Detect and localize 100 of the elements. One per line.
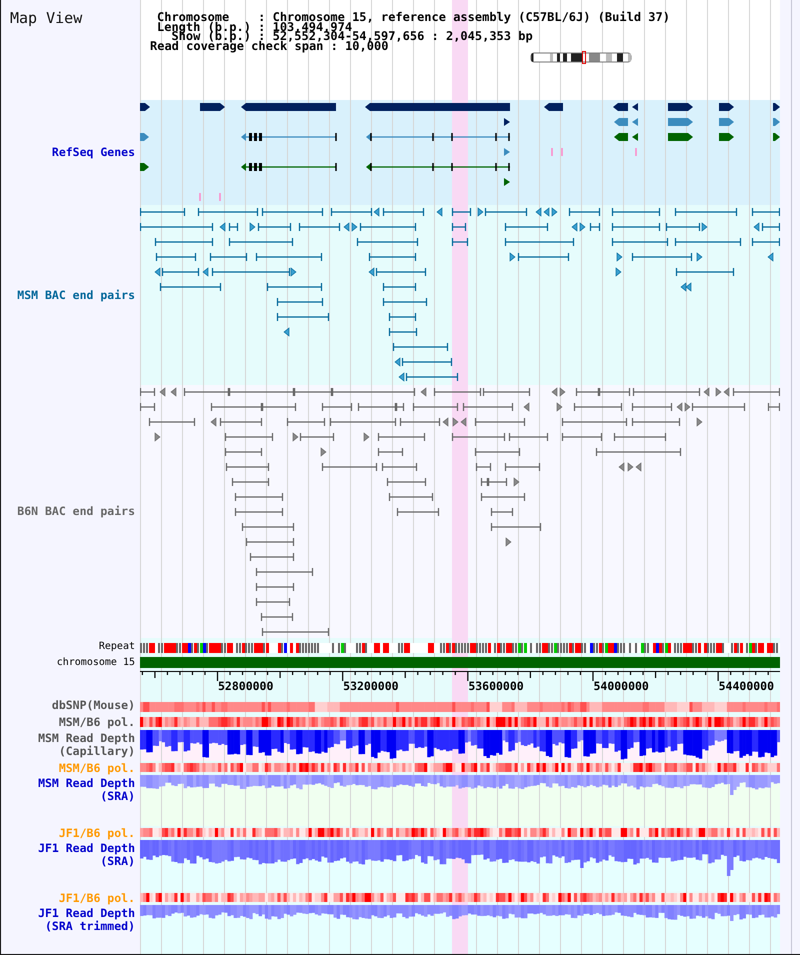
bac-end-pair <box>388 313 416 321</box>
bac-end-pair <box>452 433 506 441</box>
bac-end-pair <box>228 238 294 246</box>
end-marker-icon <box>210 417 216 427</box>
end-marker-icon <box>290 267 296 277</box>
bac-end-pair <box>300 433 334 441</box>
gene-feature <box>544 103 563 111</box>
axis-tick-label: 53600000 <box>468 679 524 693</box>
end-marker-icon <box>284 327 290 337</box>
bac-end-pair <box>242 523 294 531</box>
bac-end-pair <box>562 418 628 426</box>
track-label: JF1 Read Depth (SRA) <box>37 842 135 868</box>
bac-end-pair <box>286 418 326 426</box>
end-marker-icon <box>452 417 458 427</box>
gene-feature <box>668 103 693 111</box>
end-marker-icon <box>514 477 520 487</box>
end-marker-icon <box>696 252 702 262</box>
bac-end-pair <box>378 448 404 456</box>
bac-end-pair <box>378 433 426 441</box>
bac-end-pair <box>674 238 742 246</box>
track-label: JF1/B6 pol. <box>58 892 135 904</box>
bac-end-pair <box>388 493 434 501</box>
end-marker-icon <box>552 207 558 217</box>
bac-end-pair <box>386 478 426 486</box>
end-marker-icon <box>374 207 380 217</box>
track-label: JF1/B6 pol. <box>58 826 135 840</box>
bac-end-pair <box>504 463 540 471</box>
info-line: Read coverage check span : 10,000 <box>150 42 388 51</box>
bac-end-pair <box>612 238 668 246</box>
end-marker-icon <box>552 387 558 397</box>
bac-end-pair <box>148 418 196 426</box>
track-label: MSM/B6 pol. <box>58 762 135 774</box>
end-marker-icon <box>618 462 624 472</box>
bac-end-pair <box>752 238 780 246</box>
end-marker-icon <box>724 387 730 397</box>
end-marker-icon <box>170 387 176 397</box>
bac-end-pair <box>226 463 270 471</box>
bac-end-pair <box>160 283 222 291</box>
bac-end-pair <box>382 283 416 291</box>
gene-feature <box>719 118 734 126</box>
bac-end-pair <box>198 208 258 216</box>
end-marker-icon <box>202 267 208 277</box>
bac-end-pair <box>612 223 660 231</box>
current-region-marker <box>582 51 586 64</box>
bac-end-pair <box>480 478 508 486</box>
gene-feature <box>614 118 628 126</box>
marker-tick <box>561 148 563 156</box>
end-marker-icon <box>320 447 326 457</box>
bac-end-pair <box>382 463 418 471</box>
end-marker-icon <box>154 267 160 277</box>
track-label: MSM/B6 pol. <box>58 716 135 728</box>
bac-end-pair <box>674 208 738 216</box>
bac-end-pair <box>484 208 528 216</box>
bac-end-pair <box>504 238 574 246</box>
end-marker-icon <box>544 207 550 217</box>
bac-end-pair <box>508 433 548 441</box>
track-label: JF1 Read Depth (SRA trimmed) <box>37 907 135 933</box>
marker-tick <box>199 193 201 201</box>
bac-end-pair <box>632 388 700 396</box>
axis-tick-label: 54400000 <box>718 679 774 693</box>
end-marker-icon <box>160 387 166 397</box>
end-marker-icon <box>510 252 516 262</box>
gene-feature <box>614 133 628 141</box>
info-line: Chromosome : Chromosome 15, reference assembly (C57BL/6J) (Build 37) <box>157 13 670 22</box>
bac-end-pair <box>376 268 426 276</box>
bac-end-pair <box>568 208 600 216</box>
bac-end-pair <box>276 298 324 306</box>
end-marker-icon <box>524 402 530 412</box>
gene-feature <box>140 163 149 171</box>
end-marker-icon <box>616 252 622 262</box>
bac-end-pair <box>298 223 340 231</box>
info-line: Show (b.p.) : 52,552,304-54,597,656 : 2,045,353 bp <box>171 32 533 42</box>
end-marker-icon <box>560 387 566 397</box>
end-marker-icon <box>368 267 374 277</box>
bac-end-pair <box>140 208 186 216</box>
marker-tick <box>551 148 553 156</box>
bac-end-pair <box>392 343 448 351</box>
bac-end-pair <box>224 433 274 441</box>
bac-end-pair <box>762 223 780 231</box>
bac-end-pair <box>210 253 248 261</box>
bac-end-pair <box>250 553 294 561</box>
bac-end-pair <box>676 268 734 276</box>
bac-end-pair <box>356 238 418 246</box>
bac-end-pair <box>358 403 404 411</box>
bac-end-pair <box>262 208 324 216</box>
gene-feature <box>200 103 225 111</box>
end-marker-icon <box>344 222 350 232</box>
end-marker-icon <box>478 207 484 217</box>
end-marker-icon <box>364 432 370 442</box>
bac-end-pair <box>368 253 416 261</box>
end-marker-icon <box>220 222 226 232</box>
end-marker-icon <box>506 537 512 547</box>
bac-end-pair <box>462 403 514 411</box>
bac-end-pair <box>452 223 466 231</box>
end-marker-icon <box>556 402 562 412</box>
bac-end-pair <box>162 268 200 276</box>
bac-end-pair <box>752 208 780 216</box>
end-marker-icon <box>398 372 404 382</box>
bac-end-pair <box>322 463 378 471</box>
bac-end-pair <box>476 463 492 471</box>
